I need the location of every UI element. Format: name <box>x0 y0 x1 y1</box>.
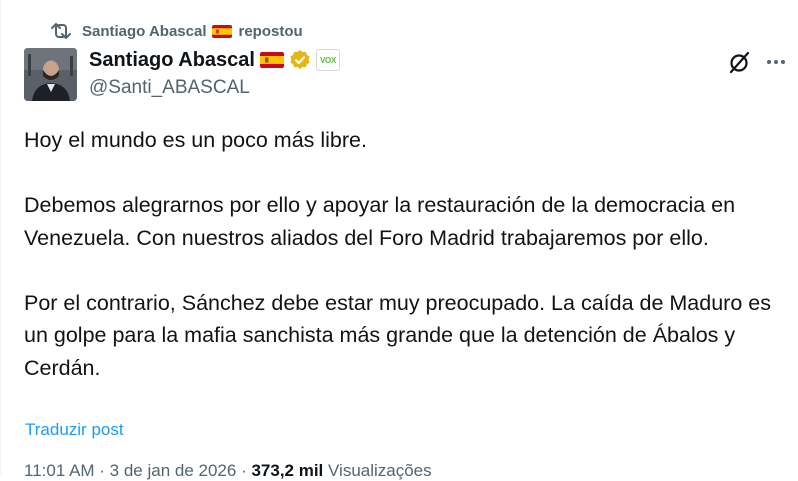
avatar-photo <box>24 48 77 101</box>
post-paragraph: Por el contrario, Sánchez debe estar muy… <box>24 290 771 380</box>
verified-badge-icon[interactable] <box>289 49 311 71</box>
left-border <box>0 0 1 475</box>
views-label: Visualizações <box>323 461 432 480</box>
more-icon[interactable] <box>764 52 788 72</box>
spain-flag-icon <box>259 52 284 68</box>
spain-flag-icon <box>212 24 233 38</box>
view-count: 373,2 mil <box>251 461 324 480</box>
repost-label: repostou <box>238 22 303 40</box>
post-timestamp[interactable]: 11:01 AM · 3 de jan de 2026 · <box>24 461 251 480</box>
translate-post-link[interactable]: Traduzir post <box>25 420 124 440</box>
repost-indicator[interactable]: Santiago Abascal repostou <box>51 20 303 42</box>
post-paragraph: Hoy el mundo es un poco más libre. <box>24 128 367 152</box>
author-name[interactable]: Santiago Abascal <box>89 49 255 72</box>
repost-author-name[interactable]: Santiago Abascal <box>82 23 206 40</box>
author-handle[interactable]: @Santi_ABASCAL <box>89 77 250 99</box>
repost-icon <box>51 23 71 39</box>
post-text: Hoy el mundo es un poco más libre. Debem… <box>24 124 784 384</box>
grok-icon[interactable] <box>727 50 751 74</box>
avatar[interactable] <box>24 48 77 101</box>
post-paragraph: Debemos alegrarnos por ello y apoyar la … <box>24 193 736 250</box>
post-metadata: 11:01 AM · 3 de jan de 2026 · 373,2 mil … <box>24 461 432 481</box>
author-name-row[interactable]: Santiago Abascal VOX <box>89 47 340 73</box>
vox-affiliation-badge[interactable]: VOX <box>315 49 340 71</box>
